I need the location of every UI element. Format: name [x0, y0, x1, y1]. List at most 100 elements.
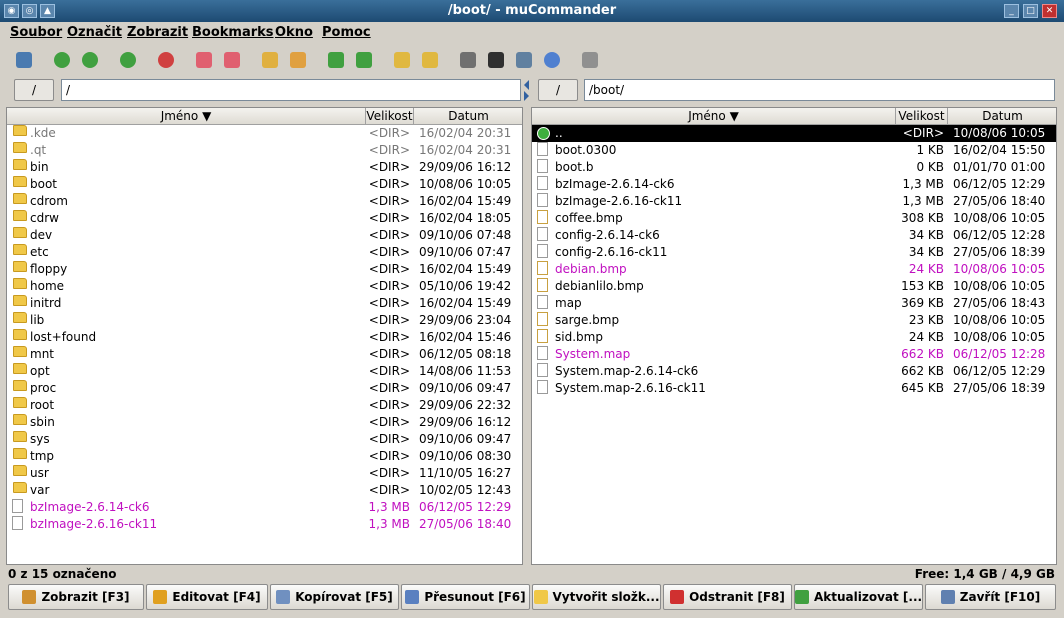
file-row[interactable]: sbin <DIR> 29/09/06 16:12 [7, 414, 522, 431]
column-date[interactable]: Datum [414, 108, 522, 125]
set-same-folder-icon[interactable] [356, 52, 372, 68]
file-row[interactable]: cdrw <DIR> 16/02/04 18:05 [7, 210, 522, 227]
file-row[interactable]: initrd <DIR> 16/02/04 15:49 [7, 295, 522, 312]
right-file-panel[interactable]: Jméno ▼ Velikost Datum .. <DIR> 10/08/06 1… [531, 107, 1057, 565]
file-row[interactable]: coffee.bmp 308 KB 10/08/06 10:05 [532, 210, 1056, 227]
file-row[interactable]: floppy <DIR> 16/02/04 15:49 [7, 261, 522, 278]
file-size: <DIR> [368, 449, 410, 463]
forward-icon[interactable] [82, 52, 98, 68]
file-row[interactable]: debian.bmp 24 KB 10/08/06 10:05 [532, 261, 1056, 278]
file-row[interactable]: boot.0300 1 KB 16/02/04 15:50 [532, 142, 1056, 159]
disconnect-icon[interactable] [290, 52, 306, 68]
connect-icon[interactable] [262, 52, 278, 68]
file-row[interactable]: usr <DIR> 11/10/05 16:27 [7, 465, 522, 482]
email-icon[interactable] [516, 52, 532, 68]
left-file-panel[interactable]: Jméno ▼ Velikost Datum .kde <DIR> 16/02/04… [6, 107, 523, 565]
window-title: /boot/ - muCommander [447, 3, 617, 18]
pack-icon[interactable] [394, 52, 410, 68]
column-date[interactable]: Datum [948, 108, 1056, 125]
right-root-button[interactable]: / [538, 79, 578, 101]
file-name: boot [30, 177, 58, 191]
file-row[interactable]: sid.bmp 24 KB 10/08/06 10:05 [532, 329, 1056, 346]
minimize-icon[interactable]: _ [1004, 4, 1019, 18]
file-row[interactable]: config-2.6.16-ck11 34 KB 27/05/06 18:39 [532, 244, 1056, 261]
column-size[interactable]: Velikost [896, 108, 948, 125]
file-date: 10/02/05 12:43 [419, 483, 512, 497]
command-button[interactable]: Editovat [F4] [146, 584, 268, 610]
file-row[interactable]: home <DIR> 05/10/06 19:42 [7, 278, 522, 295]
file-row[interactable]: lost+found <DIR> 16/02/04 15:46 [7, 329, 522, 346]
file-row[interactable]: System.map 662 KB 06/12/05 12:28 [532, 346, 1056, 363]
file-row[interactable]: debianlilo.bmp 153 KB 10/08/06 10:05 [532, 278, 1056, 295]
file-row[interactable]: System.map-2.6.14-ck6 662 KB 06/12/05 12:2… [532, 363, 1056, 380]
menu-zobrazit[interactable]: Zobrazit [127, 25, 188, 40]
menu-bookmarks[interactable]: Bookmarks [192, 25, 274, 40]
file-row[interactable]: boot <DIR> 10/08/06 10:05 [7, 176, 522, 193]
back-icon[interactable] [54, 52, 70, 68]
column-size[interactable]: Velikost [366, 108, 414, 125]
file-row[interactable]: config-2.6.14-ck6 34 KB 06/12/05 12:28 [532, 227, 1056, 244]
file-row[interactable]: opt <DIR> 14/08/06 11:53 [7, 363, 522, 380]
properties-icon[interactable] [544, 52, 560, 68]
file-row[interactable]: lib <DIR> 29/09/06 23:04 [7, 312, 522, 329]
left-root-button[interactable]: / [14, 79, 54, 101]
unpack-icon[interactable] [422, 52, 438, 68]
arrow-right-icon[interactable] [524, 91, 529, 101]
file-row[interactable]: proc <DIR> 09/10/06 09:47 [7, 380, 522, 397]
command-button[interactable]: Kopírovat [F5] [270, 584, 399, 610]
command-button[interactable]: Zobrazit [F3] [8, 584, 144, 610]
menu-pomoc[interactable]: Pomoc [322, 25, 371, 40]
right-path-input[interactable]: /boot/ [584, 79, 1055, 101]
file-row[interactable]: etc <DIR> 09/10/06 07:47 [7, 244, 522, 261]
file-row[interactable]: bzImage-2.6.14-ck6 1,3 MB 06/12/05 12:29 [532, 176, 1056, 193]
file-icon [537, 176, 548, 190]
column-name[interactable]: Jméno ▼ [532, 108, 896, 125]
file-row[interactable]: System.map-2.6.16-ck11 645 KB 27/05/06 18:… [532, 380, 1056, 397]
command-button[interactable]: Vytvořit složk... [532, 584, 661, 610]
command-button[interactable]: Aktualizovat [... [794, 584, 923, 610]
parent-folder-icon[interactable] [120, 52, 136, 68]
file-row[interactable]: dev <DIR> 09/10/06 07:48 [7, 227, 522, 244]
file-row[interactable]: map 369 KB 27/05/06 18:43 [532, 295, 1056, 312]
file-row[interactable]: bzImage-2.6.16-ck11 1,3 MB 27/05/06 18:40 [532, 193, 1056, 210]
command-button[interactable]: Odstranit [F8] [663, 584, 792, 610]
maximize-icon[interactable]: □ [1023, 4, 1038, 18]
add-bookmark-icon[interactable] [196, 52, 212, 68]
swap-panels-icon[interactable] [328, 52, 344, 68]
file-row[interactable]: sys <DIR> 09/10/06 09:47 [7, 431, 522, 448]
close-icon[interactable]: ✕ [1042, 4, 1057, 18]
file-row[interactable]: root <DIR> 29/09/06 22:32 [7, 397, 522, 414]
run-command-icon[interactable] [460, 52, 476, 68]
file-row[interactable]: bzImage-2.6.16-ck11 1,3 MB 27/05/06 18:40 [7, 516, 522, 533]
stop-icon[interactable] [158, 52, 174, 68]
left-path-input[interactable]: / [61, 79, 521, 101]
column-name[interactable]: Jméno ▼ [7, 108, 366, 125]
file-row[interactable]: sarge.bmp 23 KB 10/08/06 10:05 [532, 312, 1056, 329]
file-row[interactable]: bin <DIR> 29/09/06 16:12 [7, 159, 522, 176]
file-date: 05/10/06 19:42 [419, 279, 512, 293]
file-row[interactable]: .kde <DIR> 16/02/04 20:31 [7, 125, 522, 142]
file-row[interactable]: cdrom <DIR> 16/02/04 15:49 [7, 193, 522, 210]
file-date: 10/08/06 10:05 [953, 262, 1046, 276]
terminal-icon[interactable] [488, 52, 504, 68]
folder-icon [13, 159, 27, 170]
file-size: 24 KB [908, 330, 944, 344]
menu-okno[interactable]: Okno [275, 25, 313, 40]
command-label: Kopírovat [F5] [295, 590, 393, 604]
command-button[interactable]: Zavřít [F10] [925, 584, 1056, 610]
file-row[interactable]: .. <DIR> 10/08/06 10:05 [532, 125, 1056, 142]
preferences-icon[interactable] [582, 52, 598, 68]
arrow-left-icon[interactable] [524, 80, 529, 90]
bookmarks-icon[interactable] [224, 52, 240, 68]
file-row[interactable]: boot.b 0 KB 01/01/70 01:00 [532, 159, 1056, 176]
file-row[interactable]: tmp <DIR> 09/10/06 08:30 [7, 448, 522, 465]
command-button[interactable]: Přesunout [F6] [401, 584, 530, 610]
menu-oznacit[interactable]: Označit [67, 25, 122, 40]
new-window-icon[interactable] [16, 52, 32, 68]
file-icon [537, 346, 548, 360]
file-row[interactable]: var <DIR> 10/02/05 12:43 [7, 482, 522, 499]
menu-soubor[interactable]: Soubor [10, 25, 62, 40]
file-row[interactable]: bzImage-2.6.14-ck6 1,3 MB 06/12/05 12:29 [7, 499, 522, 516]
file-row[interactable]: mnt <DIR> 06/12/05 08:18 [7, 346, 522, 363]
file-row[interactable]: .qt <DIR> 16/02/04 20:31 [7, 142, 522, 159]
